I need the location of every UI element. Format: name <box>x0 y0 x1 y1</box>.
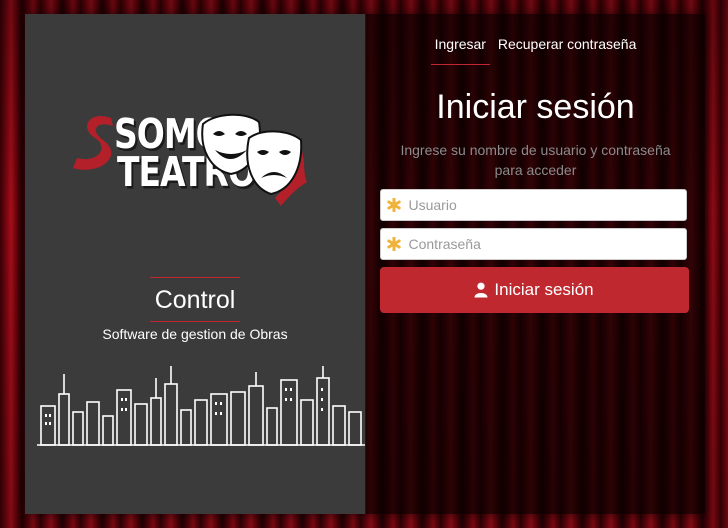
password-field[interactable] <box>379 228 687 260</box>
city-skyline-illustration <box>37 366 365 446</box>
theater-masks-icon <box>201 113 307 206</box>
asterisk-icon <box>386 198 407 212</box>
brand-panel: SOMOS TEATRO Control Software de gestion… <box>25 14 365 514</box>
login-submit-label: Iniciar sesión <box>494 280 594 299</box>
username-input[interactable] <box>406 191 686 219</box>
auth-tabs: Ingresar Recuperar contraseña <box>366 34 706 65</box>
product-title: Control <box>154 286 236 314</box>
login-panel: Ingresar Recuperar contraseña Iniciar se… <box>364 14 706 514</box>
product-tagline: Software de gestion de Obras <box>102 326 288 342</box>
login-heading: Iniciar sesión <box>436 88 635 126</box>
title-divider-bottom <box>150 321 240 322</box>
product-title-block: Control <box>25 277 365 322</box>
tab-recuperar-contrasena[interactable]: Recuperar contraseña <box>494 34 641 64</box>
somos-teatro-logo: SOMOS TEATRO <box>69 106 319 216</box>
login-submit-button[interactable]: Iniciar sesión <box>379 267 689 313</box>
user-icon <box>474 282 488 298</box>
username-field[interactable] <box>379 189 687 221</box>
asterisk-icon <box>386 237 407 251</box>
login-card: SOMOS TEATRO Control Software de gestion… <box>25 14 705 514</box>
tab-ingresar[interactable]: Ingresar <box>430 34 490 65</box>
title-divider-top <box>150 277 240 278</box>
login-hint: Ingrese su nombre de usuario y contraseñ… <box>400 142 671 178</box>
password-input[interactable] <box>406 230 686 258</box>
